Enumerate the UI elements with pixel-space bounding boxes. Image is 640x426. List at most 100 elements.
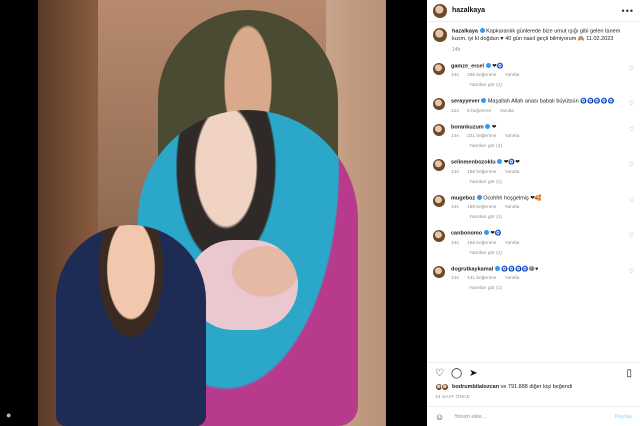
verified-icon (485, 123, 491, 129)
view-replies-link[interactable]: Yanıtları gör (1) (469, 83, 621, 88)
comment-time: 14s (451, 276, 459, 281)
comment-line: gamze_ercel ❤🧿 (451, 62, 621, 71)
comment-body: gamze_ercel ❤🧿 14s 295 beğenme Yanıtla Y… (451, 62, 621, 88)
comment-username[interactable]: gamze_ercel (451, 63, 484, 69)
comment-likes[interactable]: 166 beğenme (467, 241, 496, 246)
comment-likes[interactable]: 8 beğenme (467, 109, 491, 114)
post-username[interactable]: hazalkaya (452, 7, 485, 14)
heart-icon[interactable]: ♡ (629, 232, 634, 239)
post-header: hazalkaya ••• (427, 0, 640, 22)
comment-input[interactable]: Yorum ekle... (454, 414, 486, 420)
comment-likes[interactable]: 198 beğenme (467, 205, 496, 210)
comment-time: 14s (451, 73, 459, 78)
comment-item: gamze_ercel ❤🧿 14s 295 beğenme Yanıtla Y… (433, 62, 634, 88)
heart-icon[interactable]: ♡ (435, 368, 444, 379)
comment-item: serayyever Maşallah Allah anası babalı b… (433, 98, 634, 114)
likes-text[interactable]: bodrumbilalozcan ve 791.888 diğer kişi b… (452, 384, 572, 390)
view-replies-link[interactable]: Yanıtları gör (1) (469, 251, 621, 256)
view-replies-link[interactable]: Yanıtları gör (1) (469, 215, 621, 220)
instagram-post-viewer: ● hazalkaya ••• hazalkaya Kapkaranlık gü… (0, 0, 640, 426)
comment-reply-button[interactable]: Yanıtla (499, 109, 514, 114)
avatar[interactable] (433, 265, 445, 278)
comment-reply-button[interactable]: Yanıtla (505, 276, 520, 281)
comment-body: selinmenbozoklu ❤🧿❤ 14s 186 beğenme Yanı… (451, 159, 621, 185)
comment-body: dogrutkaykamal 🧿🧿🧿🧿😂♥ 14s 141 beğenme Ya… (451, 265, 621, 291)
comment-meta: 12s 8 beğenme Yanıtla (451, 109, 621, 114)
bookmark-icon[interactable]: ▯ (626, 368, 632, 379)
comment-username[interactable]: selinmenbozoklu (451, 160, 496, 166)
avatar[interactable] (433, 123, 445, 136)
comment-line: borankuzum ❤ (451, 123, 621, 132)
comment-reply-button[interactable]: Yanıtla (505, 170, 520, 175)
avatar[interactable] (433, 194, 445, 207)
likes-first-user[interactable]: bodrumbilalozcan (452, 384, 499, 390)
heart-icon[interactable]: ♡ (629, 197, 634, 204)
comment-text: ❤🧿 (492, 63, 504, 69)
caption-username[interactable]: hazalkaya (452, 29, 478, 35)
avatar (441, 383, 449, 391)
comment-meta: 14s 186 beğenme Yanıtla (451, 170, 621, 175)
emoji-icon[interactable]: ☺ (435, 412, 444, 422)
verified-icon (479, 28, 485, 33)
verified-icon (483, 230, 489, 235)
comment-item: selinmenbozoklu ❤🧿❤ 14s 186 beğenme Yanı… (433, 159, 634, 185)
heart-icon[interactable]: ♡ (629, 268, 634, 275)
post-actions: ♡ ◯ ➤ ▯ bodrumbilalozcan ve 791.888 diğe… (427, 362, 640, 403)
avatar[interactable] (433, 159, 445, 171)
likes-summary: bodrumbilalozcan ve 791.888 diğer kişi b… (435, 383, 632, 391)
view-replies-link[interactable]: Yanıtları gör (1) (469, 144, 621, 149)
heart-icon[interactable]: ♡ (629, 126, 634, 133)
comment-username[interactable]: borankuzum (451, 124, 484, 130)
verified-icon (497, 159, 503, 164)
avatar[interactable] (433, 62, 445, 75)
send-icon[interactable]: ➤ (469, 368, 477, 379)
verified-icon (476, 194, 482, 200)
comment-text: ❤🧿❤ (503, 159, 520, 166)
caption-text: hazalkaya Kapkaranlık günlerede bize umu… (452, 28, 622, 43)
comment-time: 14s (451, 205, 459, 210)
comment-reply-button[interactable]: Yanıtla (505, 241, 520, 246)
comment-body: mugeboz Ocohhh hoşgelmiş ❤🥰 14s 198 beğe… (451, 194, 621, 220)
verified-icon (481, 98, 487, 103)
heart-icon[interactable]: ♡ (629, 100, 634, 107)
view-replies-link[interactable]: Yanıtları gör (1) (469, 180, 621, 185)
avatar[interactable] (433, 28, 447, 42)
comment-line: mugeboz Ocohhh hoşgelmiş ❤🥰 (451, 194, 621, 203)
camera-icon: ● (6, 410, 12, 420)
comment-icon[interactable]: ◯ (451, 368, 462, 379)
comment-username[interactable]: serayyever (451, 99, 480, 105)
avatar[interactable] (433, 98, 445, 110)
comment-body: borankuzum ❤ 14s 221 beğenme Yanıtla Yan… (451, 123, 621, 149)
comment-line: serayyever Maşallah Allah anası babalı b… (451, 98, 621, 106)
comment-likes[interactable]: 141 beğenme (467, 276, 496, 281)
comment-text: ❤ (491, 124, 497, 130)
comment-text: Ocohhh hoşgelmiş ❤🥰 (483, 195, 542, 201)
avatar[interactable] (433, 3, 447, 18)
comment-reply-button[interactable]: Yanıtla (505, 134, 520, 139)
view-replies-link[interactable]: Yanıtları gör (1) (469, 286, 621, 291)
comment-meta: 14s 141 beğenme Yanıtla (451, 276, 621, 281)
comment-text: Maşallah Allah anası babalı büyütsün 🧿🧿🧿… (487, 98, 615, 105)
comment-likes[interactable]: 186 beğenme (467, 170, 496, 175)
comment-reply-button[interactable]: Yanıtla (505, 205, 520, 210)
comment-body: canbonomo ❤🧿 14s 166 beğenme Yanıtla Yan… (451, 230, 621, 256)
comment-line: dogrutkaykamal 🧿🧿🧿🧿😂♥ (451, 265, 621, 274)
comment-likes[interactable]: 221 beğenme (467, 134, 496, 139)
heart-icon[interactable]: ♡ (629, 65, 634, 72)
post-comment-button[interactable]: Paylaş (615, 414, 632, 420)
comment-likes[interactable]: 295 beğenme (467, 73, 496, 78)
comment-username[interactable]: dogrutkaykamal (451, 266, 493, 272)
likes-rest[interactable]: ve 791.888 diğer kişi beğendi (501, 384, 573, 390)
comment-username[interactable]: mugeboz (451, 195, 475, 201)
heart-icon[interactable]: ♡ (629, 161, 634, 168)
comment-text: ❤🧿 (490, 230, 502, 237)
more-horizontal-icon[interactable]: ••• (622, 6, 634, 16)
photo-figure-child (56, 225, 206, 426)
verified-icon (485, 62, 491, 68)
comment-username[interactable]: canbonomo (451, 231, 482, 237)
comment-item: mugeboz Ocohhh hoşgelmiş ❤🥰 14s 198 beğe… (433, 194, 634, 220)
comment-meta: 14s 198 beğenme Yanıtla (451, 205, 621, 210)
comment-reply-button[interactable]: Yanıtla (505, 73, 520, 78)
avatar[interactable] (433, 230, 445, 242)
post-photo[interactable] (38, 0, 386, 426)
